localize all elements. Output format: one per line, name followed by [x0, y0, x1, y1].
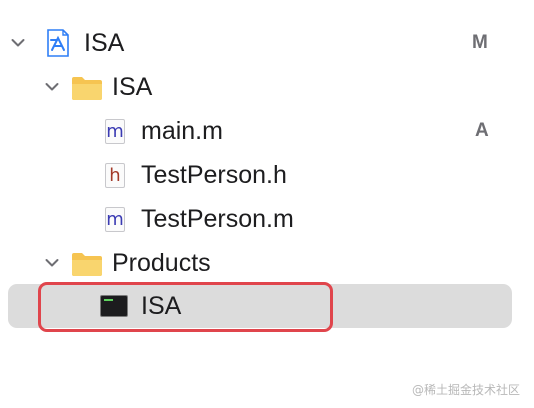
- navigator-item-label: ISA: [112, 73, 153, 101]
- navigator-item-label: Products: [112, 249, 211, 277]
- xcode-project-icon: [46, 29, 70, 62]
- navigator-item-main-m[interactable]: m main.m A: [0, 109, 534, 153]
- header-file-icon: h: [105, 163, 125, 188]
- folder-icon: [71, 75, 103, 106]
- disclosure-chevron-down-icon[interactable]: [40, 65, 64, 109]
- disclosure-chevron-down-icon[interactable]: [6, 21, 30, 65]
- navigator-item-testperson-m[interactable]: m TestPerson.m: [0, 197, 534, 241]
- navigator-item-label: main.m: [141, 117, 223, 145]
- navigator-item-testperson-h[interactable]: h TestPerson.h: [0, 153, 534, 197]
- navigator-item-project-isa[interactable]: ISA M: [0, 21, 534, 65]
- navigator-item-label: TestPerson.m: [141, 205, 294, 233]
- source-control-status-badge: A: [475, 120, 489, 141]
- navigator-item-group-isa[interactable]: ISA: [0, 65, 534, 109]
- objc-implementation-file-icon: m: [105, 119, 125, 144]
- annotation-highlight-box: [38, 282, 333, 332]
- source-control-status-badge: M: [472, 32, 488, 53]
- navigator-item-label: ISA: [84, 29, 125, 57]
- folder-icon: [71, 251, 103, 282]
- objc-implementation-file-icon: m: [105, 207, 125, 232]
- watermark: @稀土掘金技术社区: [411, 383, 520, 397]
- disclosure-chevron-down-icon[interactable]: [40, 241, 64, 285]
- navigator-item-group-products[interactable]: Products: [0, 241, 534, 285]
- navigator-item-label: TestPerson.h: [141, 161, 287, 189]
